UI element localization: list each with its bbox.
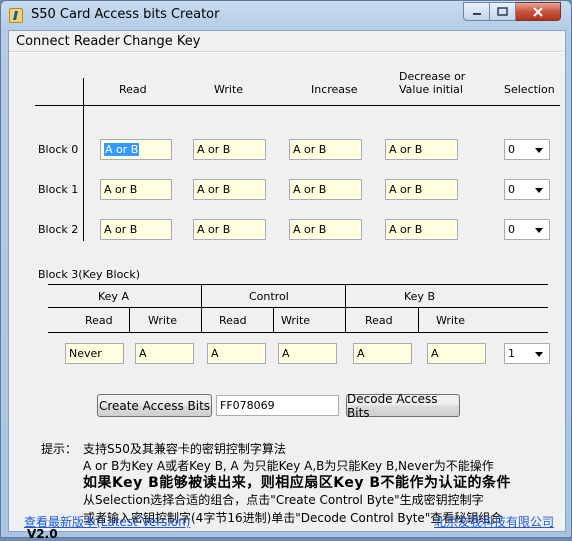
tips-line3: 如果Key B能够被读出来，则相应扇区Key B不能作为认证的条件 [83, 475, 512, 491]
group-control: Control [249, 290, 289, 303]
chevron-down-icon [535, 188, 543, 193]
close-icon [533, 6, 543, 17]
key-a-read-header: Read [85, 314, 113, 327]
block3-selection-dropdown[interactable]: 1 [504, 343, 550, 364]
tips-line1: 支持S50及其兼容卡的密钥控制字算法 [83, 442, 286, 456]
block1-write-field[interactable]: A or B [193, 179, 266, 200]
block1-increase-field[interactable]: A or B [289, 179, 362, 200]
block1-decrease-field[interactable]: A or B [385, 179, 458, 200]
block0-selection-value: 0 [508, 143, 515, 156]
tips-line4: 从Selection选择合适的组合，点击"Create Control Byte… [83, 493, 484, 507]
header-selection: Selection [504, 83, 555, 96]
block3-divider-control-sub [273, 307, 274, 332]
menu-bar: Connect Reader Change Key [9, 31, 565, 52]
group-key-a: Key A [98, 290, 129, 303]
block3-top-line [48, 284, 548, 285]
table1-vertical-line [83, 78, 84, 241]
block3-selection-value: 1 [508, 347, 515, 360]
key-b-read-header: Read [365, 314, 393, 327]
chevron-down-icon [535, 228, 543, 233]
group-key-b: Key B [404, 290, 435, 303]
block2-label: Block 2 [38, 223, 79, 236]
block3-header-bottom-line [48, 332, 548, 333]
block2-selection-dropdown[interactable]: 0 [504, 219, 550, 240]
block2-write-field[interactable]: A or B [193, 219, 266, 240]
control-read-header: Read [219, 314, 247, 327]
block0-label: Block 0 [38, 143, 79, 156]
block2-selection-value: 0 [508, 223, 515, 236]
block3-divider-keya-sub [129, 307, 130, 332]
create-access-bits-button[interactable]: Create Access Bits [97, 394, 212, 417]
main-panel: Read Write Increase Decrease or Value in… [9, 53, 565, 541]
block1-selection-value: 0 [508, 183, 515, 196]
block0-read-value: A or B [104, 143, 140, 156]
decode-access-bits-button[interactable]: Decode Access Bits [346, 392, 460, 420]
key-b-write-header: Write [436, 314, 466, 327]
latest-version-link[interactable]: 查看最新版本(Latest Version) [24, 513, 190, 530]
block0-write-field[interactable]: A or B [193, 139, 266, 160]
block3-mid-line [48, 307, 548, 308]
key-a-read-field[interactable]: Never [65, 343, 124, 364]
table1-horizontal-line [35, 105, 560, 106]
key-b-write-field[interactable]: A [427, 343, 486, 364]
access-bits-input[interactable]: FF078069 [216, 395, 339, 416]
maximize-icon [497, 7, 508, 16]
title-bar[interactable]: S50 Card Access bits Creator [1, 1, 571, 30]
block0-selection-dropdown[interactable]: 0 [504, 139, 550, 160]
block3-divider-keya-control [201, 284, 202, 332]
block0-read-field[interactable]: A or B [100, 139, 172, 160]
control-read-field[interactable]: A [207, 343, 266, 364]
minimize-icon [472, 12, 481, 15]
block2-increase-field[interactable]: A or B [289, 219, 362, 240]
close-button[interactable] [516, 2, 561, 21]
header-increase: Increase [311, 83, 358, 96]
block3-divider-control-keyb [345, 284, 346, 332]
minimize-button[interactable] [463, 2, 490, 21]
header-decrease-line2: Value initial [399, 83, 463, 96]
menu-connect-reader[interactable]: Connect Reader [16, 34, 120, 49]
block1-read-field[interactable]: A or B [100, 179, 172, 200]
header-decrease-line1: Decrease or [399, 70, 466, 83]
header-read: Read [119, 83, 147, 96]
block2-decrease-field[interactable]: A or B [385, 219, 458, 240]
window-title: S50 Card Access bits Creator [31, 7, 220, 22]
maximize-button[interactable] [490, 2, 516, 21]
app-window: S50 Card Access bits Creator Connect Rea… [0, 0, 572, 541]
block3-divider-keyb-sub [418, 307, 419, 332]
key-a-write-header: Write [148, 314, 178, 327]
header-write: Write [214, 83, 244, 96]
control-write-field[interactable]: A [278, 343, 337, 364]
client-area: Connect Reader Change Key Read Write Inc… [8, 30, 566, 541]
menu-change-key[interactable]: Change Key [123, 34, 200, 49]
control-write-header: Write [281, 314, 311, 327]
block2-read-field[interactable]: A or B [100, 219, 172, 240]
chevron-down-icon [535, 352, 543, 357]
block0-decrease-field[interactable]: A or B [385, 139, 458, 160]
block3-title: Block 3(Key Block) [38, 268, 141, 281]
key-a-write-field[interactable]: A [135, 343, 194, 364]
key-b-read-field[interactable]: A [353, 343, 412, 364]
chevron-down-icon [535, 148, 543, 153]
app-icon [9, 8, 23, 23]
company-link[interactable]: 北京友我科技有限公司 [434, 513, 554, 530]
block1-label: Block 1 [38, 183, 79, 196]
block0-increase-field[interactable]: A or B [289, 139, 362, 160]
block1-selection-dropdown[interactable]: 0 [504, 179, 550, 200]
tips-label: 提示： [41, 442, 78, 456]
